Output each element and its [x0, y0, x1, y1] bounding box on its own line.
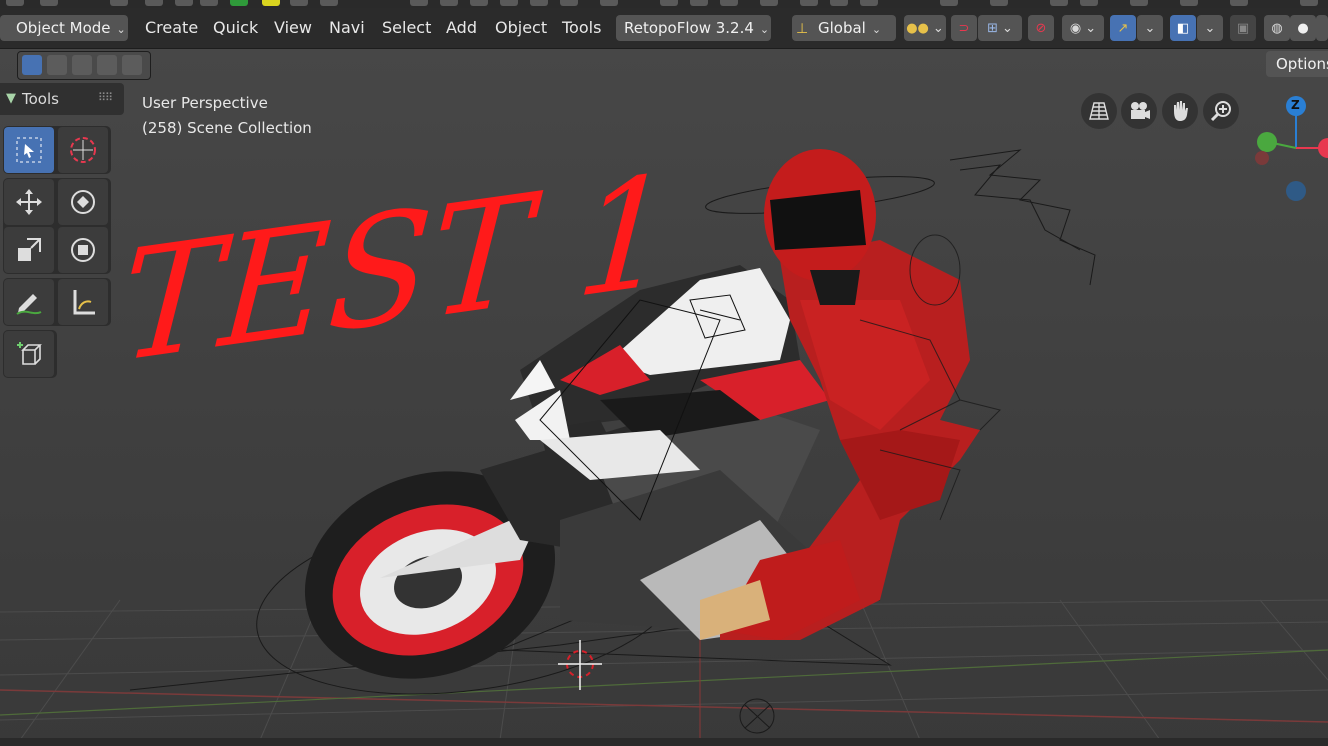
gizmo-z-label[interactable]: Z [1291, 98, 1300, 112]
view-perspective-label: User Perspective [142, 94, 268, 112]
scene-collection-label: (258) Scene Collection [142, 119, 312, 137]
menu-add[interactable]: Add [446, 15, 477, 41]
options-button[interactable]: Options [1266, 51, 1328, 77]
orientation-axes-icon: ⊥ [796, 21, 809, 37]
retopoflow-label: RetopoFlow 3.2.4 [624, 19, 754, 37]
xray-toggle[interactable]: ▣ [1230, 15, 1256, 41]
tools-panel-header[interactable]: ▼ Tools ⠿⠿ [0, 83, 124, 115]
magnet-icon: ⊃ [958, 20, 970, 36]
zoom-view-button[interactable] [1203, 93, 1239, 129]
proportional-edit-icon: ⊘ [1035, 20, 1047, 36]
overlays-dropdown[interactable]: ⌄ [1197, 15, 1223, 41]
gizmo-toggle[interactable]: ↗ [1110, 15, 1136, 41]
top-icon-strip [0, 0, 1328, 8]
viewport-header: Object Mode ⌄ Create Quick View Navi Sele… [0, 8, 1328, 49]
hand-icon [1174, 101, 1188, 121]
menu-quick[interactable]: Quick [213, 15, 258, 41]
snap-toggle[interactable]: ⊃ [951, 15, 977, 41]
tool-measure[interactable] [58, 279, 108, 325]
shading-material-button[interactable] [1316, 15, 1328, 41]
menu-view[interactable]: View [274, 15, 312, 41]
menu-create[interactable]: Create [145, 15, 198, 41]
tool-cursor[interactable] [58, 127, 108, 173]
add-cube-icon [17, 342, 42, 365]
select-intersect-button[interactable] [122, 55, 142, 75]
mode-dropdown[interactable]: Object Mode ⌄ [0, 15, 128, 41]
overlays-icon: ◧ [1176, 20, 1190, 36]
menu-object[interactable]: Object [495, 15, 547, 41]
chevron-down-icon: ⌄ [1144, 20, 1156, 36]
scale-icon [18, 238, 41, 261]
rotate-icon [71, 190, 95, 214]
snap-target-dropdown[interactable]: ⊞ ⌄ [978, 15, 1022, 41]
tool-add-cube[interactable] [4, 331, 54, 377]
shading-wireframe-button[interactable]: ◍ [1264, 15, 1290, 41]
retopoflow-dropdown[interactable]: RetopoFlow 3.2.4 ⌄ [616, 15, 771, 41]
tool-scale[interactable] [4, 227, 54, 273]
solid-sphere-icon: ● [1297, 20, 1309, 36]
measure-ruler-icon [73, 290, 95, 315]
tool-rotate[interactable] [58, 179, 108, 225]
select-new-button[interactable] [22, 55, 42, 75]
toolbar-group-select [3, 126, 111, 174]
camera-icon [1131, 102, 1150, 119]
pan-view-button[interactable] [1162, 93, 1198, 129]
move-icon [16, 189, 42, 215]
cursor-icon [70, 137, 96, 163]
eye-icon: ◉ [1069, 20, 1082, 36]
chevron-down-icon: ⌄ [116, 23, 126, 36]
transform-icon [71, 238, 95, 262]
xray-icon: ▣ [1236, 20, 1250, 36]
tool-annotate[interactable] [4, 279, 54, 325]
chevron-down-icon: ⌄ [1204, 20, 1216, 36]
visibility-dropdown[interactable]: ◉ ⌄ [1062, 15, 1104, 41]
gizmo-dropdown[interactable]: ⌄ [1137, 15, 1163, 41]
pivot-icon: ●● [906, 20, 929, 36]
tool-select-box[interactable] [4, 127, 54, 173]
menu-tools[interactable]: Tools [562, 15, 601, 41]
select-invert-button[interactable] [97, 55, 117, 75]
snap-increment-icon: ⊞ [987, 20, 998, 36]
menu-navi[interactable]: Navi [329, 15, 365, 41]
tool-transform[interactable] [58, 227, 108, 273]
chevron-down-icon: ⌄ [1002, 20, 1013, 36]
transform-orientation-dropdown[interactable]: ⊥ Global ⌄ [792, 15, 896, 41]
proportional-editing-toggle[interactable]: ⊘ [1028, 15, 1054, 41]
toolbar-group-annotate [3, 278, 111, 326]
shading-solid-button[interactable]: ● [1290, 15, 1316, 41]
3d-cursor [558, 640, 602, 690]
toggle-perspective-button[interactable] [1081, 93, 1117, 129]
scene-render: TEST 1 [0, 96, 1328, 746]
select-subtract-button[interactable] [72, 55, 92, 75]
mode-label: Object Mode [16, 19, 111, 37]
orientation-label: Global [818, 19, 866, 37]
gizmo-icon: ↗ [1117, 20, 1129, 36]
menu-select[interactable]: Select [382, 15, 431, 41]
toolbar-group-add [3, 330, 57, 378]
toolbar-group-transform [3, 178, 111, 274]
pivot-point-button[interactable]: ●● ⌄ [904, 15, 946, 41]
select-box-icon [16, 137, 42, 163]
collapse-triangle-icon: ▼ [6, 91, 16, 106]
zoom-magnifier-icon [1210, 101, 1231, 122]
drag-grip-icon[interactable]: ⠿⠿ [98, 91, 113, 104]
chevron-down-icon: ⌄ [1085, 20, 1097, 36]
annotate-pencil-icon [16, 294, 42, 315]
camera-view-button[interactable] [1121, 93, 1157, 129]
grid-perspective-icon [1089, 102, 1109, 120]
overlays-toggle[interactable]: ◧ [1170, 15, 1196, 41]
bottom-status-strip [0, 738, 1328, 746]
tool-move[interactable] [4, 179, 54, 225]
chevron-down-icon: ⌄ [871, 23, 882, 36]
selection-mode-row [17, 51, 151, 80]
select-extend-button[interactable] [47, 55, 67, 75]
wireframe-sphere-icon: ◍ [1271, 20, 1283, 36]
3d-viewport[interactable]: TEST 1 [0, 49, 1328, 746]
chevron-down-icon: ⌄ [932, 20, 944, 36]
chevron-down-icon: ⌄ [759, 23, 770, 36]
tools-panel-title: Tools [22, 90, 59, 108]
